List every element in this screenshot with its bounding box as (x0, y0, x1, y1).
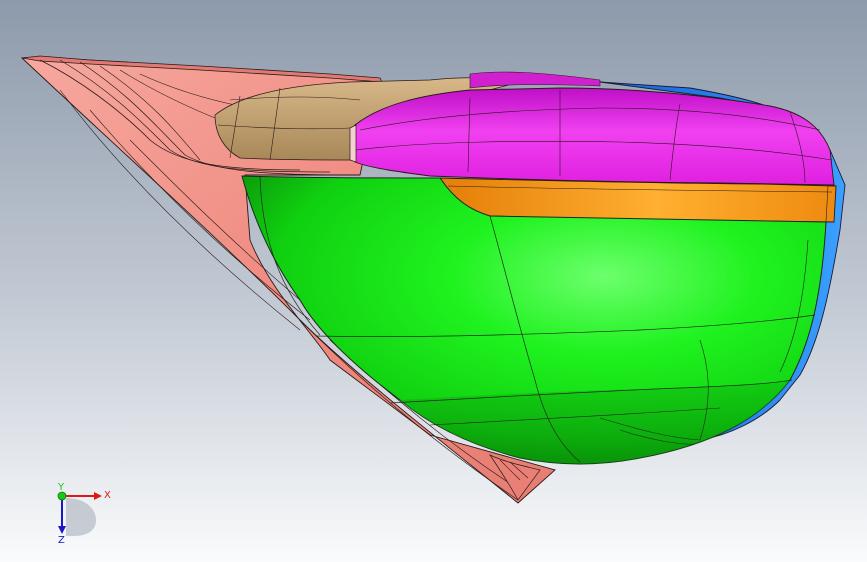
3d-viewport[interactable]: X Y Z (0, 0, 867, 562)
model-canvas[interactable]: X Y Z (0, 0, 867, 562)
orange-band-face[interactable] (439, 177, 837, 223)
triad-x-label: X (104, 490, 111, 501)
triad-y-label: Y (57, 482, 65, 493)
triad-z-label: Z (58, 535, 65, 546)
triad-y-origin (57, 491, 67, 501)
